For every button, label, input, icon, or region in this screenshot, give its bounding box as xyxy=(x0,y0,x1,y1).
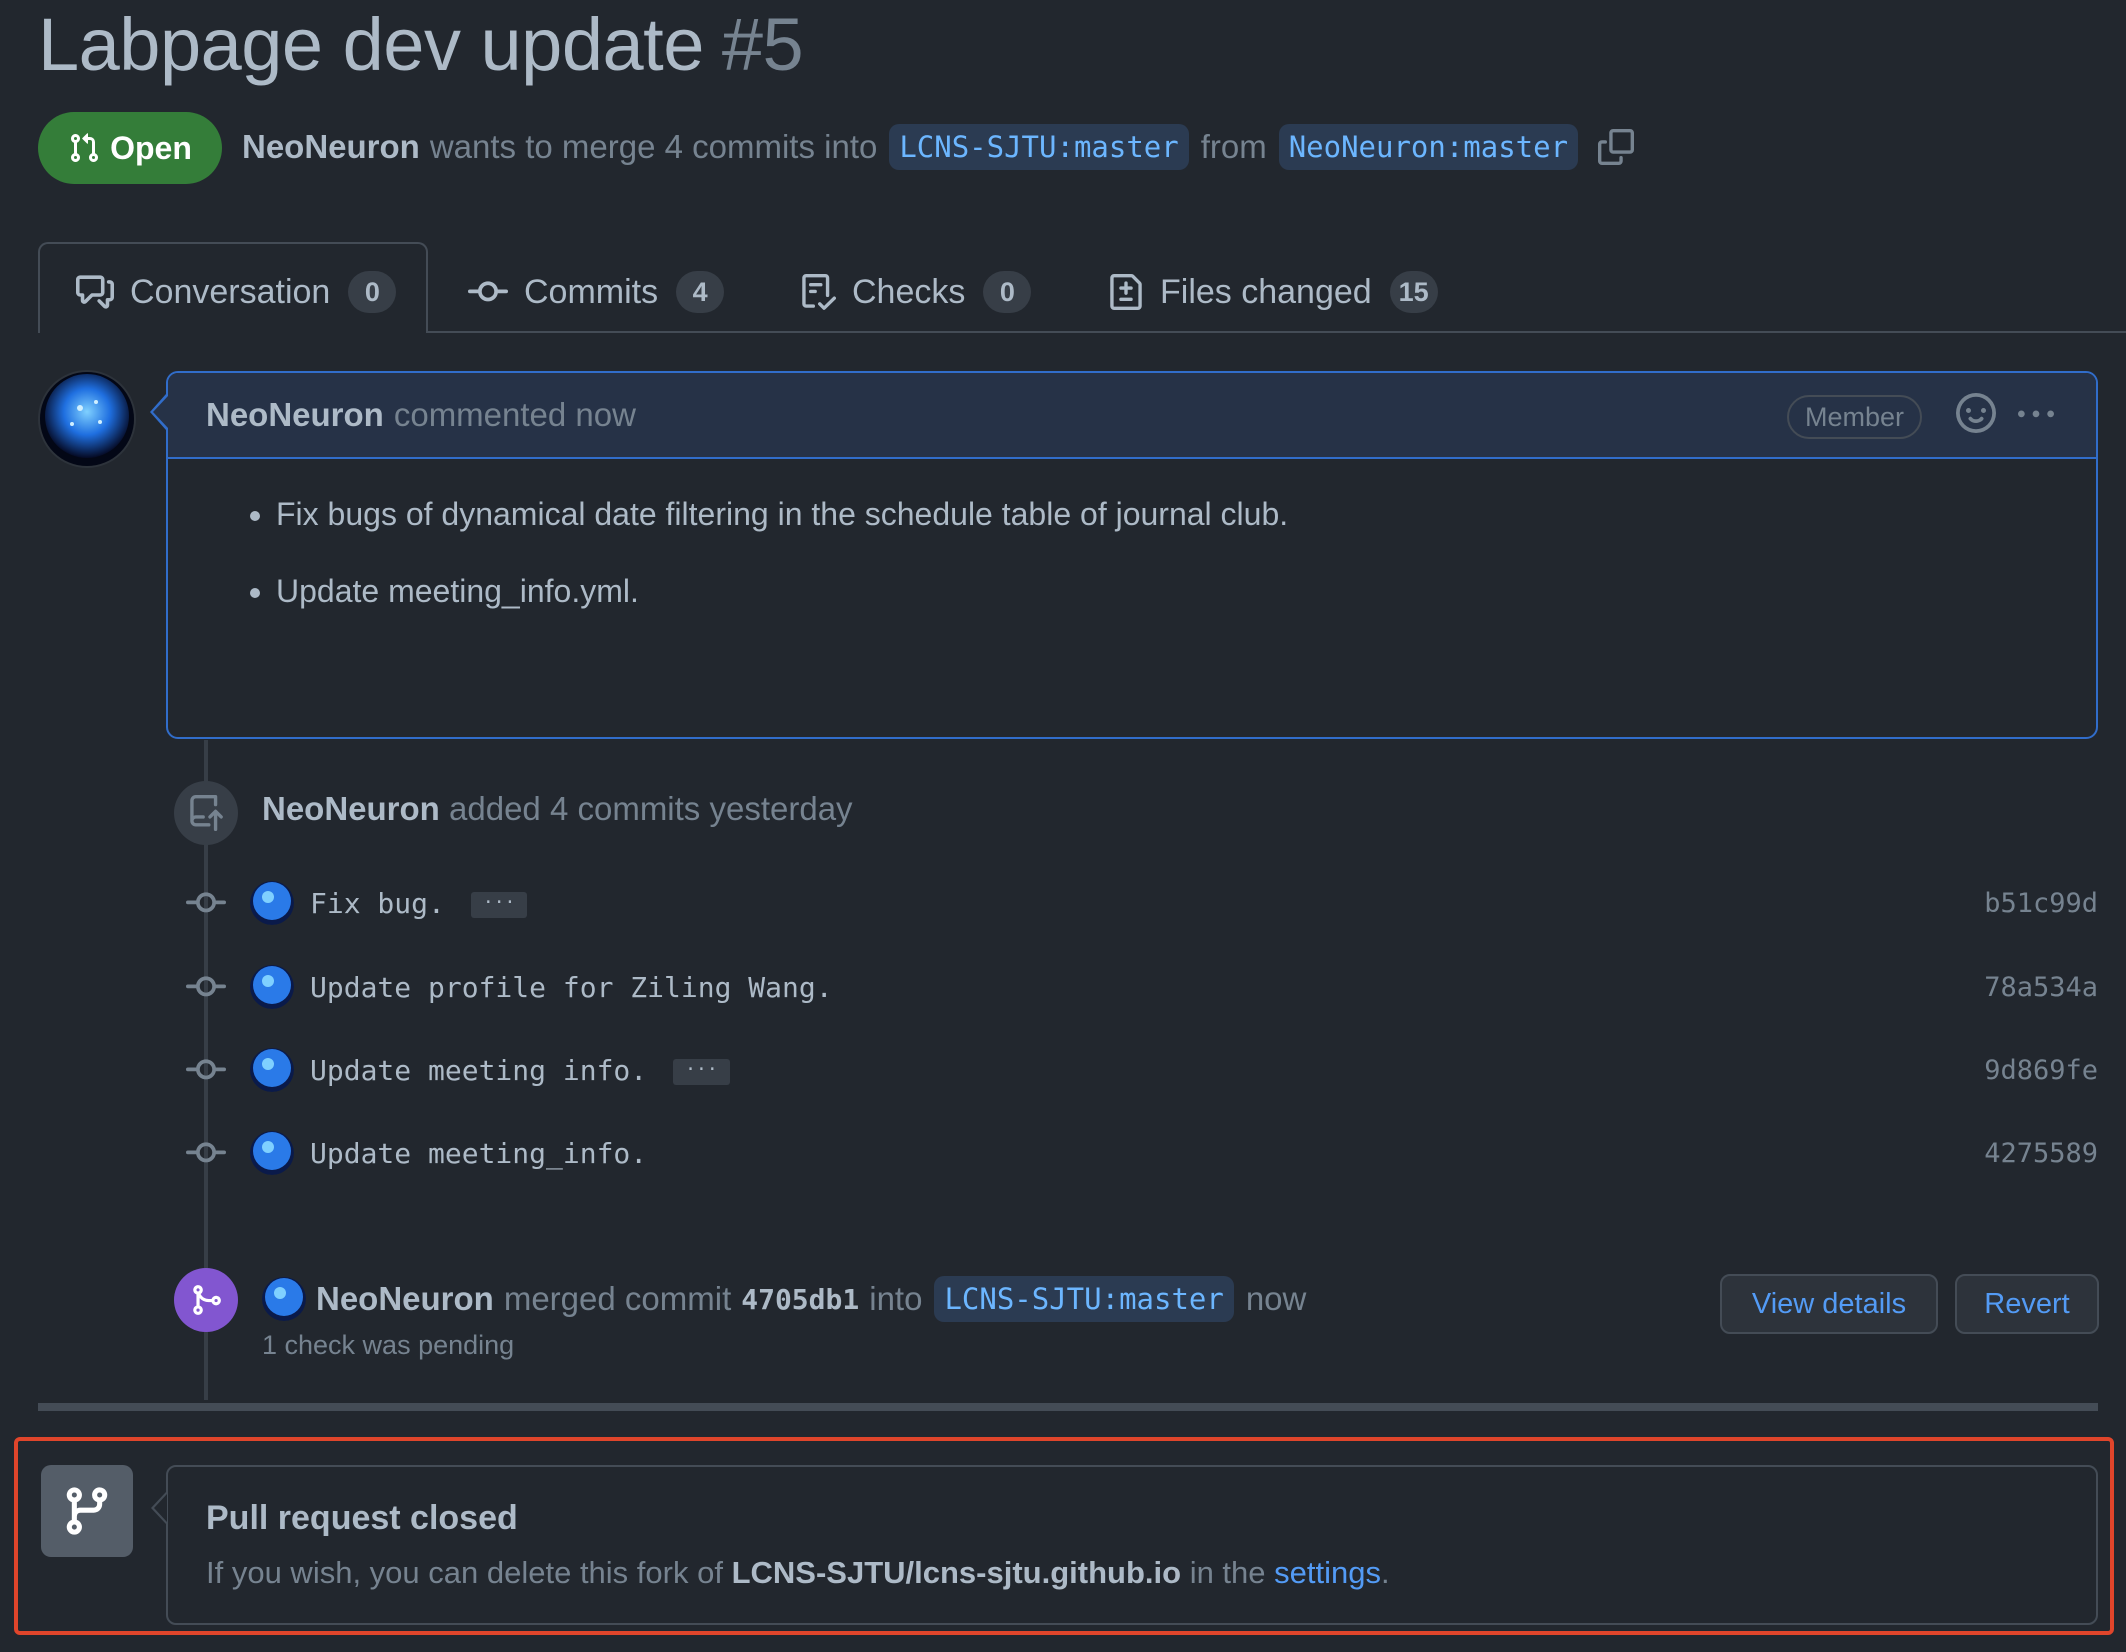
brain-avatar-icon xyxy=(250,965,294,1009)
head-branch[interactable]: NeoNeuron:master xyxy=(1278,124,1579,170)
closed-card: Pull request closed If you wish, you can… xyxy=(166,1465,2098,1625)
closed-pointer-fill xyxy=(154,1494,167,1522)
commit-sha[interactable]: b51c99d xyxy=(1984,888,2098,919)
comment-discussion-icon xyxy=(76,275,114,309)
tab-conversation-count: 0 xyxy=(348,271,397,313)
merge-commit-sha[interactable]: 4705db1 xyxy=(741,1283,859,1316)
commit-avatar[interactable] xyxy=(250,881,294,925)
pr-number: #5 xyxy=(721,3,804,86)
repo-push-icon xyxy=(190,795,223,831)
comment-body: Fix bugs of dynamical date filtering in … xyxy=(168,459,2096,609)
commit-message[interactable]: Update meeting info. ··· xyxy=(310,1054,730,1087)
tab-files-changed-count: 15 xyxy=(1389,271,1438,313)
brain-avatar-icon xyxy=(250,1048,294,1092)
git-commit-icon xyxy=(186,1142,226,1163)
view-details-button[interactable]: View details xyxy=(1720,1274,1938,1334)
comment-list-item: Fix bugs of dynamical date filtering in … xyxy=(276,496,2096,532)
from-text: from xyxy=(1200,128,1267,165)
tab-checks-count: 0 xyxy=(983,271,1032,313)
tab-checks-label: Checks xyxy=(852,272,966,311)
checklist-icon xyxy=(802,274,836,310)
copy-icon[interactable] xyxy=(1598,129,1635,165)
commit-row: Update meeting_info. 4275589 xyxy=(184,1128,2098,1178)
comment-pointer-fill xyxy=(153,396,168,428)
brain-avatar-icon xyxy=(250,1131,294,1175)
merge-target-branch[interactable]: LCNS-SJTU:master xyxy=(934,1276,1234,1322)
fork-repo-name: LCNS-SJTU/lcns-sjtu.github.io xyxy=(731,1555,1182,1590)
commit-sha[interactable]: 78a534a xyxy=(1984,972,2098,1003)
comment-author[interactable]: NeoNeuron xyxy=(206,396,384,434)
brain-avatar-icon xyxy=(40,372,134,466)
tab-commits-count: 4 xyxy=(676,271,725,313)
brain-avatar-icon xyxy=(262,1277,306,1321)
expand-commit-button[interactable]: ··· xyxy=(470,891,528,918)
merged-badge xyxy=(174,1268,238,1332)
merge-into-text: into xyxy=(869,1280,923,1317)
commit-message[interactable]: Update meeting_info. xyxy=(310,1137,647,1170)
expand-commit-button[interactable]: ··· xyxy=(673,1058,730,1085)
git-commit-icon xyxy=(186,1059,226,1080)
merge-summary: NeoNeuron wants to merge 4 commits into … xyxy=(242,124,1635,170)
closed-badge xyxy=(41,1465,133,1557)
git-pull-request-icon xyxy=(71,133,99,163)
commit-avatar[interactable] xyxy=(250,1048,294,1092)
commit-message[interactable]: Fix bug. ··· xyxy=(310,887,528,920)
commit-row: Fix bug. ··· b51c99d xyxy=(184,878,2098,928)
commit-message[interactable]: Update profile for Ziling Wang. xyxy=(310,971,833,1004)
tab-conversation-label: Conversation xyxy=(130,272,331,311)
brain-avatar-icon xyxy=(250,881,294,925)
commit-row: Update meeting info. ··· 9d869fe xyxy=(184,1045,2098,1095)
git-merge-icon xyxy=(193,1285,221,1315)
status-badge-open: Open xyxy=(38,112,222,184)
status-label: Open xyxy=(110,129,192,166)
pr-title: Labpage dev update #5 xyxy=(38,2,804,87)
commit-row: Update profile for Ziling Wang. 78a534a xyxy=(184,962,2098,1012)
tab-commits[interactable]: Commits 4 xyxy=(468,268,725,316)
git-commit-icon xyxy=(186,892,226,913)
pr-title-text: Labpage dev update xyxy=(38,3,704,86)
member-badge: Member xyxy=(1786,395,1922,439)
kebab-horizontal-icon[interactable] xyxy=(2016,397,2056,433)
merge-author[interactable]: NeoNeuron xyxy=(316,1280,494,1318)
comment-card: NeoNeuron commented now Member Fix bugs … xyxy=(166,371,2098,739)
commit-sha[interactable]: 9d869fe xyxy=(1984,1055,2098,1086)
tab-files-changed-label: Files changed xyxy=(1160,272,1372,311)
git-commit-icon xyxy=(468,281,508,302)
file-diff-icon xyxy=(1110,274,1142,310)
settings-link[interactable]: settings xyxy=(1274,1555,1381,1590)
smiley-icon[interactable] xyxy=(1956,393,1996,433)
author-link[interactable]: NeoNeuron xyxy=(242,128,420,166)
merge-event: NeoNeuron merged commit 4705db1 into LCN… xyxy=(262,1276,1306,1322)
merge-avatar[interactable] xyxy=(262,1277,306,1321)
event-author[interactable]: NeoNeuron xyxy=(262,790,440,827)
base-branch[interactable]: LCNS-SJTU:master xyxy=(889,124,1189,170)
tab-checks[interactable]: Checks 0 xyxy=(800,268,1032,316)
merge-text: merged commit xyxy=(503,1280,732,1317)
commit-sha[interactable]: 4275589 xyxy=(1984,1138,2098,1169)
tab-conversation[interactable]: Conversation 0 xyxy=(76,268,397,316)
merge-text: wants to merge 4 commits into xyxy=(429,128,878,165)
merge-time[interactable]: now xyxy=(1246,1280,1307,1318)
comment-action[interactable]: commented now xyxy=(394,396,636,434)
commit-avatar[interactable] xyxy=(250,1131,294,1175)
commit-avatar[interactable] xyxy=(250,965,294,1009)
event-text: added 4 commits yesterday xyxy=(449,790,853,827)
git-branch-icon xyxy=(66,1487,108,1535)
commits-added-event: NeoNeuron added 4 commits yesterday xyxy=(262,790,853,828)
git-commit-icon xyxy=(186,976,226,997)
tab-files-changed[interactable]: Files changed 15 xyxy=(1108,268,1438,316)
closed-description: If you wish, you can delete this fork of… xyxy=(206,1555,1390,1590)
comment-header: NeoNeuron commented now Member xyxy=(168,373,2096,459)
timeline-divider xyxy=(38,1403,2098,1411)
checks-status: 1 check was pending xyxy=(262,1330,515,1360)
repo-push-badge xyxy=(174,781,238,845)
closed-title: Pull request closed xyxy=(206,1499,518,1537)
avatar[interactable] xyxy=(38,370,136,468)
revert-button[interactable]: Revert xyxy=(1955,1274,2099,1334)
tab-commits-label: Commits xyxy=(524,272,659,311)
comment-list-item: Update meeting_info.yml. xyxy=(276,573,2096,609)
